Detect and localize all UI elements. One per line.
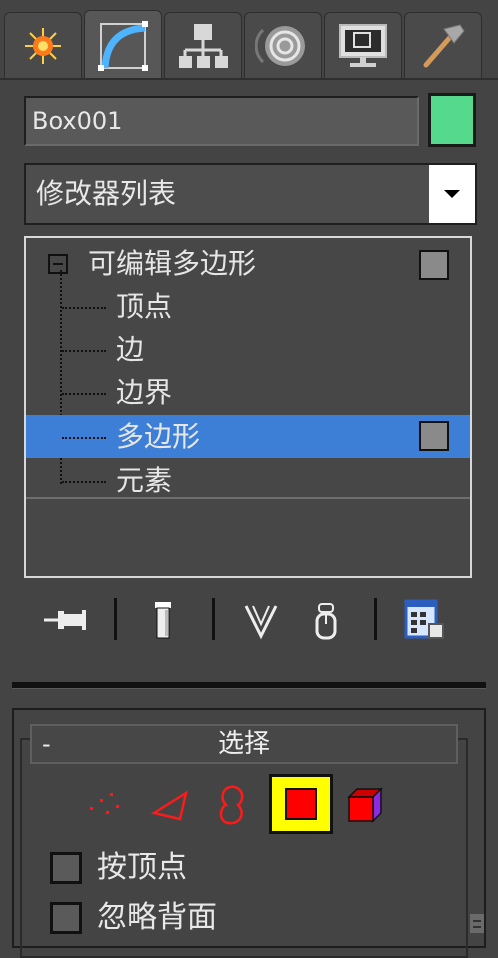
element-level-icon <box>347 787 383 823</box>
tab-motion[interactable] <box>244 12 322 78</box>
tab-create[interactable] <box>4 12 82 78</box>
border-level-button[interactable] <box>210 778 254 832</box>
tree-branch <box>62 437 106 439</box>
stack-subitem-vertex[interactable]: 顶点 <box>26 285 470 328</box>
show-end-result-icon <box>155 602 171 639</box>
stack-subitem-label: 边界 <box>116 376 173 409</box>
configure-modifier-sets-button[interactable] <box>398 596 450 644</box>
tree-branch <box>62 350 106 352</box>
tab-hierarchy[interactable] <box>164 12 242 78</box>
tree-branch <box>62 393 106 395</box>
tab-display[interactable] <box>324 12 402 78</box>
object-name-field[interactable]: Box001 <box>24 96 419 146</box>
ignore-backfacing-label: 忽略背面 <box>97 900 217 935</box>
by-vertex-checkbox[interactable] <box>50 852 82 884</box>
make-unique-button[interactable] <box>238 596 284 644</box>
stack-item-editable-poly[interactable]: 可编辑多边形 <box>26 242 470 285</box>
polygon-level-button[interactable] <box>269 774 333 834</box>
tab-baseline <box>0 78 498 80</box>
remove-modifier-icon <box>315 603 337 640</box>
make-unique-icon <box>244 605 278 640</box>
tab-utilities[interactable] <box>404 12 482 78</box>
vertex-level-icon <box>90 793 119 814</box>
toolbar-separator <box>374 598 377 640</box>
display-monitor-icon <box>339 23 387 67</box>
collapse-minus-icon[interactable] <box>48 254 68 274</box>
configure-modifier-sets-icon <box>404 599 444 639</box>
panel-scrollbar-grip[interactable] <box>470 914 484 933</box>
modifier-list-label: 修改器列表 <box>36 177 177 210</box>
stack-subitem-element[interactable]: 元素 <box>26 459 470 502</box>
toolbar-separator <box>114 598 117 640</box>
object-color-swatch[interactable] <box>428 93 476 147</box>
panel-divider <box>12 682 486 689</box>
motion-disc-icon <box>255 25 305 66</box>
stack-subitem-edge[interactable]: 边 <box>26 328 470 371</box>
tree-branch <box>62 481 106 483</box>
edge-level-icon <box>150 790 188 821</box>
selection-rollout-body <box>20 738 468 958</box>
stack-subitem-polygon[interactable]: 多边形 <box>26 415 470 458</box>
vertex-level-button[interactable] <box>80 778 128 832</box>
toolbar-separator <box>212 598 215 640</box>
rollout-title: 选择 <box>217 729 270 759</box>
curve-modify-icon <box>98 20 148 71</box>
hierarchy-icon <box>179 23 228 68</box>
modifier-stack[interactable]: 可编辑多边形 顶点 边 边界 多边形 元素 <box>24 236 472 578</box>
tree-branch <box>62 307 106 309</box>
selection-rollout-header[interactable]: - 选择 <box>30 724 458 764</box>
remove-modifier-button[interactable] <box>306 596 346 644</box>
show-end-result-button[interactable] <box>140 596 186 644</box>
stack-subitem-border[interactable]: 边界 <box>26 371 470 414</box>
element-level-button[interactable] <box>342 778 388 832</box>
edge-level-button[interactable] <box>148 778 196 832</box>
ignore-backfacing-checkbox[interactable] <box>50 902 82 934</box>
dropdown-arrow-icon[interactable] <box>429 165 475 223</box>
stack-subitem-label: 边 <box>116 333 145 366</box>
stack-subitem-label: 顶点 <box>116 290 173 323</box>
pin-stack-button[interactable] <box>40 596 90 644</box>
stack-item-label: 可编辑多边形 <box>88 247 257 280</box>
modifier-toggle-icon[interactable] <box>419 250 449 280</box>
stack-subitem-label: 元素 <box>116 464 173 497</box>
pin-stack-icon <box>44 610 86 630</box>
stack-divider <box>26 497 470 499</box>
stack-subitem-label: 多边形 <box>116 420 201 453</box>
border-level-icon <box>219 785 244 825</box>
polygon-level-icon <box>285 788 317 820</box>
by-vertex-label: 按顶点 <box>97 850 187 885</box>
modifier-list-dropdown[interactable]: 修改器列表 <box>24 163 477 225</box>
sun-burst-icon <box>25 27 61 64</box>
subobject-toggle-icon[interactable] <box>419 421 449 451</box>
tab-modify[interactable] <box>84 10 162 80</box>
hammer-icon <box>423 23 465 67</box>
